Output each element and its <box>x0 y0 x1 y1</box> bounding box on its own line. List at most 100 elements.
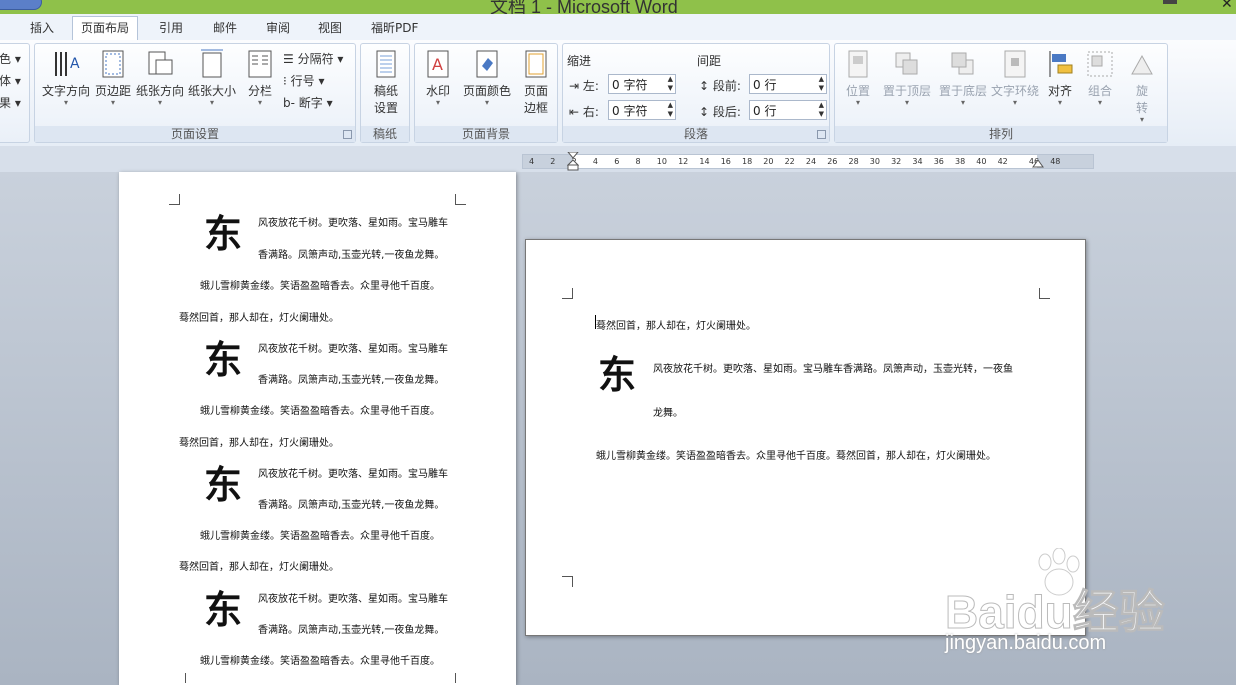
indent-marker-icon[interactable] <box>567 152 579 172</box>
page-setup-launcher[interactable] <box>343 130 352 139</box>
breaks-button[interactable]: ☰ 分隔符 ▾ <box>283 50 343 67</box>
text-direction-button[interactable]: A 文字方向 ▾ <box>39 48 93 107</box>
columns-icon <box>248 50 272 78</box>
svg-text:A: A <box>70 56 80 72</box>
watermark-label: 水印 <box>425 84 450 98</box>
ruler-tick-label: 22 <box>784 157 795 166</box>
ruler-tick-label: 14 <box>699 157 710 166</box>
tab-view[interactable]: 视图 <box>310 18 350 38</box>
spacing-before-label: ↕ 段前: <box>699 77 741 94</box>
text-line: 香满路。凤箫声动,玉壶光转,一夜鱼龙舞。 <box>258 625 445 636</box>
align-button[interactable]: 对齐 ▾ <box>1043 48 1077 107</box>
bring-forward-label: 置于顶层 <box>882 84 931 98</box>
text-line: 蓦然回首，那人却在，灯火阑珊处。 <box>596 321 756 332</box>
size-button[interactable]: 纸张大小 ▾ <box>187 48 237 107</box>
indent-left-icon: ⇥ <box>569 79 580 93</box>
group-arrange: 位置 ▾ 置于顶层 ▾ 置于底层 ▾ 文字环绕 ▾ 对齐 ▾ 组合 ▾ 旋 转 ▾ 排列 <box>834 43 1168 143</box>
theme-colors-label: 色 <box>0 52 12 66</box>
theme-fonts-button[interactable]: 体 ▾ <box>0 72 21 89</box>
position-button[interactable]: 位置 ▾ <box>841 48 875 107</box>
text-line: 蛾儿雪柳黄金缕。笑语盈盈暗香去。众里寻他千百度。 <box>200 656 440 667</box>
ruler-tick-label: 28 <box>848 157 859 166</box>
send-backward-icon <box>951 52 974 75</box>
group-button[interactable]: 组合 ▾ <box>1083 48 1117 107</box>
ruler-tick-label: 26 <box>827 157 838 166</box>
indent-right-spinner-icon[interactable]: ▲ ▼ <box>668 101 673 119</box>
minimize-button[interactable] <box>1163 0 1177 4</box>
page-color-button[interactable]: 页面颜色 ▾ <box>459 48 515 107</box>
page-borders-button[interactable]: 页面 边框 <box>519 48 553 116</box>
bring-forward-button[interactable]: 置于顶层 ▾ <box>879 48 935 107</box>
spacing-after-spinner-icon[interactable]: ▲ ▼ <box>819 101 824 119</box>
close-button[interactable]: ✕ <box>1221 0 1233 12</box>
ruler-tick-label: 12 <box>678 157 689 166</box>
manuscript-label-1: 稿纸 <box>373 84 398 98</box>
orientation-button[interactable]: 纸张方向 ▾ <box>135 48 185 107</box>
drop-cap: 东 <box>204 338 243 382</box>
send-backward-button[interactable]: 置于底层 ▾ <box>935 48 991 107</box>
columns-label: 分栏 <box>247 84 272 98</box>
line-numbers-button[interactable]: ⁝ 行号 ▾ <box>283 72 325 89</box>
tab-review[interactable]: 审阅 <box>258 18 298 38</box>
indent-left-input[interactable]: 0 字符 ▲ ▼ <box>608 74 676 94</box>
document-page-1[interactable]: 东 风夜放花千树。更吹落、星如雨。宝马雕车 香满路。凤箫声动,玉壶光转,一夜鱼龙… <box>119 172 516 685</box>
tab-references[interactable]: 引用 <box>151 18 191 38</box>
hyphenation-label: 断字 <box>298 96 323 110</box>
ribbon-tabs: 插入 页面布局 引用 邮件 审阅 视图 福昕PDF <box>0 14 1236 41</box>
watermark-button[interactable]: A 水印 ▾ <box>421 48 455 107</box>
tab-mailings[interactable]: 邮件 <box>205 18 245 38</box>
rotate-button[interactable]: 旋 转 ▾ <box>1125 48 1159 124</box>
ruler-tick-label: 4 <box>529 157 535 166</box>
spacing-before-spinner-icon[interactable]: ▲ ▼ <box>819 75 824 93</box>
wrap-text-icon <box>1004 50 1026 78</box>
indent-left-spinner-icon[interactable]: ▲ ▼ <box>668 75 673 93</box>
spacing-before-input[interactable]: 0 行 ▲ ▼ <box>749 74 827 94</box>
theme-colors-button[interactable]: 色 ▾ <box>0 50 21 67</box>
bring-forward-icon <box>895 52 918 75</box>
page-size-icon <box>201 49 223 78</box>
manuscript-settings-button[interactable]: 稿纸 设置 <box>365 48 407 116</box>
margins-button[interactable]: 页边距 ▾ <box>93 48 133 107</box>
text-line: 风夜放花千树。更吹落、星如雨。宝马雕车 <box>258 469 448 480</box>
ruler-tick-label: 30 <box>869 157 880 166</box>
text-line: 香满路。凤箫声动,玉壶光转,一夜鱼龙舞。 <box>258 500 445 511</box>
ruler-tick-label: 48 <box>1050 157 1061 166</box>
group-manuscript: 稿纸 设置 稿纸 <box>360 43 410 143</box>
crop-mark <box>175 673 186 683</box>
window-title: 文档 1 - Microsoft Word <box>490 0 678 14</box>
columns-button[interactable]: 分栏 ▾ <box>243 48 277 107</box>
indent-left-label: ⇥ 左: <box>569 77 599 94</box>
quick-access-toolbar[interactable] <box>0 0 42 10</box>
ruler-tick-label: 4 <box>592 157 598 166</box>
breaks-label: 分隔符 <box>297 52 334 66</box>
indent-right-label: ⇤ 右: <box>569 103 599 120</box>
paragraph-launcher[interactable] <box>817 130 826 139</box>
right-indent-marker-icon[interactable] <box>1032 159 1044 169</box>
indent-left-text: 左: <box>582 79 599 93</box>
tab-page-layout[interactable]: 页面布局 <box>72 16 139 40</box>
wrap-text-label: 文字环绕 <box>990 84 1039 98</box>
line-numbers-icon: ⁝ <box>283 74 287 88</box>
indent-left-value: 0 字符 <box>612 78 648 92</box>
tab-foxit-pdf[interactable]: 福昕PDF <box>363 18 426 38</box>
indent-right-input[interactable]: 0 字符 ▲ ▼ <box>608 100 676 120</box>
text-line: 蓦然回首，那人却在，灯火阑珊处。 <box>179 562 339 573</box>
wrap-text-button[interactable]: 文字环绕 ▾ <box>989 48 1041 107</box>
spacing-after-input[interactable]: 0 行 ▲ ▼ <box>749 100 827 120</box>
ruler-tick-label: 38 <box>955 157 966 166</box>
ruler-bar: 4224681012141618202224262830323436384042… <box>0 146 1236 173</box>
margins-icon <box>102 50 124 78</box>
theme-effects-button[interactable]: 果 ▾ <box>0 94 21 111</box>
text-line: 风夜放花千树。更吹落、星如雨。宝马雕车香满路。凤箫声动，玉壶光转，一夜鱼 <box>653 364 1013 375</box>
horizontal-ruler[interactable]: 4224681012141618202224262830323436384042… <box>522 152 1094 172</box>
hyphenation-button[interactable]: b- 断字 ▾ <box>283 94 333 111</box>
tab-insert[interactable]: 插入 <box>22 18 62 38</box>
ruler-tick-label: 24 <box>805 157 817 166</box>
crop-mark <box>562 288 573 299</box>
position-label: 位置 <box>845 84 870 98</box>
spacing-before-icon: ↕ <box>699 79 710 93</box>
group-icon <box>1087 51 1113 77</box>
manuscript-group-label: 稿纸 <box>361 126 409 142</box>
position-icon <box>848 50 868 78</box>
drop-cap: 东 <box>204 212 243 256</box>
